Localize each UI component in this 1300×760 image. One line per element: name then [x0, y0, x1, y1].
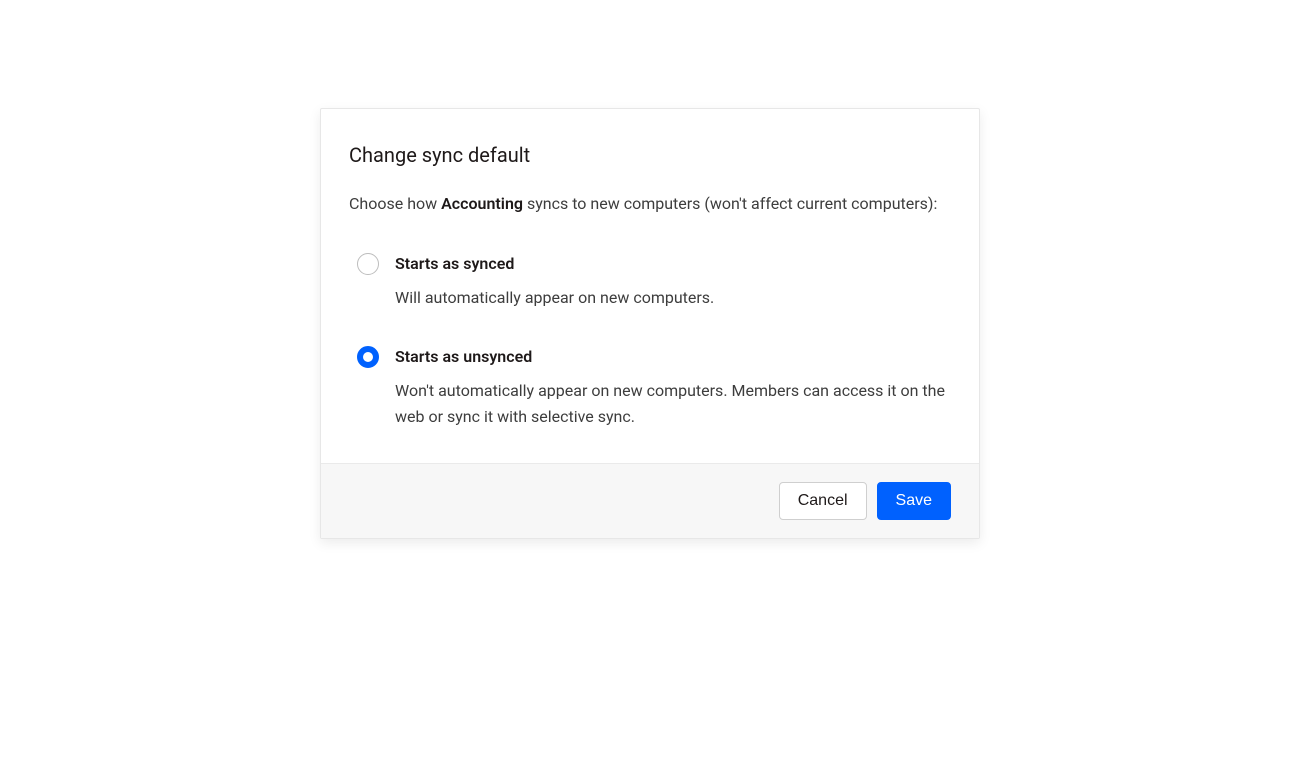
dialog-description-prefix: Choose how [349, 194, 441, 213]
option-description: Won't automatically appear on new comput… [395, 378, 951, 429]
dialog-description: Choose how Accounting syncs to new compu… [349, 191, 951, 217]
option-text: Starts as unsynced Won't automatically a… [395, 346, 951, 429]
option-text: Starts as synced Will automatically appe… [395, 253, 951, 311]
cancel-button[interactable]: Cancel [779, 482, 867, 520]
dialog-description-suffix: syncs to new computers (won't affect cur… [523, 194, 937, 213]
option-starts-as-unsynced[interactable]: Starts as unsynced Won't automatically a… [357, 346, 951, 429]
option-description: Will automatically appear on new compute… [395, 285, 951, 311]
radio-icon-selected [357, 346, 379, 368]
dialog-title: Change sync default [349, 143, 951, 167]
dialog-body: Change sync default Choose how Accountin… [321, 109, 979, 463]
radio-icon [357, 253, 379, 275]
option-starts-as-synced[interactable]: Starts as synced Will automatically appe… [357, 253, 951, 311]
dialog-folder-name: Accounting [441, 194, 523, 213]
option-title: Starts as unsynced [395, 346, 951, 368]
dialog-footer: Cancel Save [321, 463, 979, 538]
change-sync-default-dialog: Change sync default Choose how Accountin… [320, 108, 980, 539]
option-title: Starts as synced [395, 253, 951, 275]
save-button[interactable]: Save [877, 482, 951, 520]
sync-options-group: Starts as synced Will automatically appe… [349, 253, 951, 430]
